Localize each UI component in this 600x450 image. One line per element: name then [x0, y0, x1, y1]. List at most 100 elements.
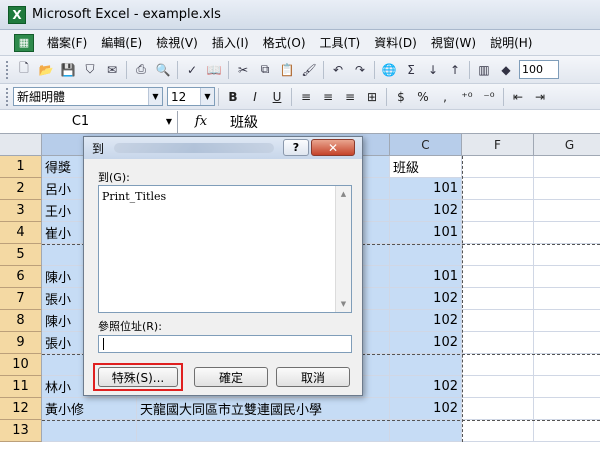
- menu-tools[interactable]: 工具(T): [313, 34, 368, 51]
- save-icon[interactable]: 💾: [58, 60, 78, 80]
- menu-data[interactable]: 資料(D): [367, 34, 424, 51]
- email-icon[interactable]: ✉: [102, 60, 122, 80]
- cell-f[interactable]: [462, 200, 534, 222]
- cell-f[interactable]: [462, 420, 534, 442]
- cell-g[interactable]: [534, 266, 600, 288]
- increase-decimal-icon[interactable]: ⁺⁰: [457, 87, 477, 107]
- cell-c[interactable]: [390, 420, 462, 442]
- redo-icon[interactable]: ↷: [350, 60, 370, 80]
- row-header[interactable]: 10: [0, 354, 42, 376]
- currency-button[interactable]: $: [391, 87, 411, 107]
- cell-f[interactable]: [462, 310, 534, 332]
- row-header[interactable]: 5: [0, 244, 42, 266]
- undo-icon[interactable]: ↶: [328, 60, 348, 80]
- cell-f[interactable]: [462, 178, 534, 200]
- chart-wizard-icon[interactable]: ▥: [474, 60, 494, 80]
- scroll-down-icon[interactable]: ▼: [336, 296, 351, 312]
- align-left-icon[interactable]: ≡: [296, 87, 316, 107]
- cell-c[interactable]: 102: [390, 288, 462, 310]
- zoom-select[interactable]: 100: [519, 60, 559, 79]
- cell-f[interactable]: [462, 156, 534, 178]
- chevron-down-icon[interactable]: ▼: [200, 88, 214, 105]
- row-header[interactable]: 6: [0, 266, 42, 288]
- research-icon[interactable]: 📖: [204, 60, 224, 80]
- cell-f[interactable]: [462, 376, 534, 398]
- paste-icon[interactable]: 📋: [277, 60, 297, 80]
- cell-g[interactable]: [534, 244, 600, 266]
- format-painter-icon[interactable]: 🖌: [299, 60, 319, 80]
- column-header-f[interactable]: F: [462, 134, 534, 156]
- copy-icon[interactable]: ⧉: [255, 60, 275, 80]
- cell-c[interactable]: [390, 354, 462, 376]
- font-size-select[interactable]: 12 ▼: [167, 87, 215, 106]
- menu-edit[interactable]: 編輯(E): [94, 34, 149, 51]
- new-icon[interactable]: 🗋: [14, 60, 34, 80]
- row-header[interactable]: 3: [0, 200, 42, 222]
- cell-a[interactable]: [42, 420, 137, 442]
- cell-c[interactable]: 班級: [390, 156, 462, 178]
- formula-input[interactable]: 班級: [224, 112, 258, 132]
- chevron-down-icon[interactable]: ▼: [148, 88, 162, 105]
- select-all-corner[interactable]: [0, 134, 42, 156]
- cell-b[interactable]: [137, 420, 390, 442]
- cell-b[interactable]: 天龍國大同區市立雙連國民小學: [137, 398, 390, 420]
- sort-ascending-icon[interactable]: ↓: [423, 60, 443, 80]
- cell-c[interactable]: 102: [390, 200, 462, 222]
- workbook-icon[interactable]: ▦: [14, 33, 34, 52]
- menu-format[interactable]: 格式(O): [256, 34, 313, 51]
- cell-f[interactable]: [462, 332, 534, 354]
- cell-g[interactable]: [534, 310, 600, 332]
- insert-function-icon[interactable]: fx: [178, 114, 224, 129]
- cell-f[interactable]: [462, 222, 534, 244]
- merge-center-icon[interactable]: ⊞: [362, 87, 382, 107]
- chevron-down-icon[interactable]: ▼: [161, 117, 177, 126]
- menu-window[interactable]: 視窗(W): [424, 34, 483, 51]
- bold-button[interactable]: B: [223, 87, 243, 107]
- row-header[interactable]: 4: [0, 222, 42, 244]
- cell-f[interactable]: [462, 398, 534, 420]
- cell-c[interactable]: 102: [390, 332, 462, 354]
- drawing-icon[interactable]: ◆: [496, 60, 516, 80]
- help-button[interactable]: ?: [283, 139, 309, 156]
- cell-g[interactable]: [534, 420, 600, 442]
- cell-f[interactable]: [462, 288, 534, 310]
- comma-style-button[interactable]: ,: [435, 87, 455, 107]
- spelling-icon[interactable]: ✓: [182, 60, 202, 80]
- listbox-scrollbar[interactable]: ▲ ▼: [335, 186, 351, 312]
- row-header[interactable]: 7: [0, 288, 42, 310]
- cell-g[interactable]: [534, 156, 600, 178]
- cell-c[interactable]: [390, 244, 462, 266]
- cell-f[interactable]: [462, 266, 534, 288]
- italic-button[interactable]: I: [245, 87, 265, 107]
- align-center-icon[interactable]: ≡: [318, 87, 338, 107]
- cell-g[interactable]: [534, 332, 600, 354]
- row-header[interactable]: 8: [0, 310, 42, 332]
- row-header[interactable]: 13: [0, 420, 42, 442]
- row-header[interactable]: 12: [0, 398, 42, 420]
- row-header[interactable]: 2: [0, 178, 42, 200]
- ok-button[interactable]: 確定: [194, 367, 268, 387]
- goto-listbox[interactable]: Print_Titles ▲ ▼: [98, 185, 352, 313]
- increase-indent-icon[interactable]: ⇥: [530, 87, 550, 107]
- cut-icon[interactable]: ✂: [233, 60, 253, 80]
- autosum-icon[interactable]: Σ: [401, 60, 421, 80]
- row-header[interactable]: 9: [0, 332, 42, 354]
- scroll-up-icon[interactable]: ▲: [336, 186, 351, 202]
- toolbar-grip[interactable]: [6, 60, 9, 79]
- decrease-decimal-icon[interactable]: ⁻⁰: [479, 87, 499, 107]
- cell-a[interactable]: 黃小修: [42, 398, 137, 420]
- menu-insert[interactable]: 插入(I): [205, 34, 256, 51]
- name-box[interactable]: C1 ▼: [0, 110, 178, 133]
- underline-button[interactable]: U: [267, 87, 287, 107]
- cell-c[interactable]: 101: [390, 266, 462, 288]
- cell-g[interactable]: [534, 178, 600, 200]
- cell-g[interactable]: [534, 222, 600, 244]
- font-name-select[interactable]: 新細明體 ▼: [13, 87, 163, 106]
- close-button[interactable]: ✕: [311, 139, 355, 156]
- special-button[interactable]: 特殊(S)...: [98, 367, 178, 387]
- decrease-indent-icon[interactable]: ⇤: [508, 87, 528, 107]
- sort-descending-icon[interactable]: ↑: [445, 60, 465, 80]
- cell-c[interactable]: 101: [390, 222, 462, 244]
- cell-g[interactable]: [534, 398, 600, 420]
- cell-f[interactable]: [462, 244, 534, 266]
